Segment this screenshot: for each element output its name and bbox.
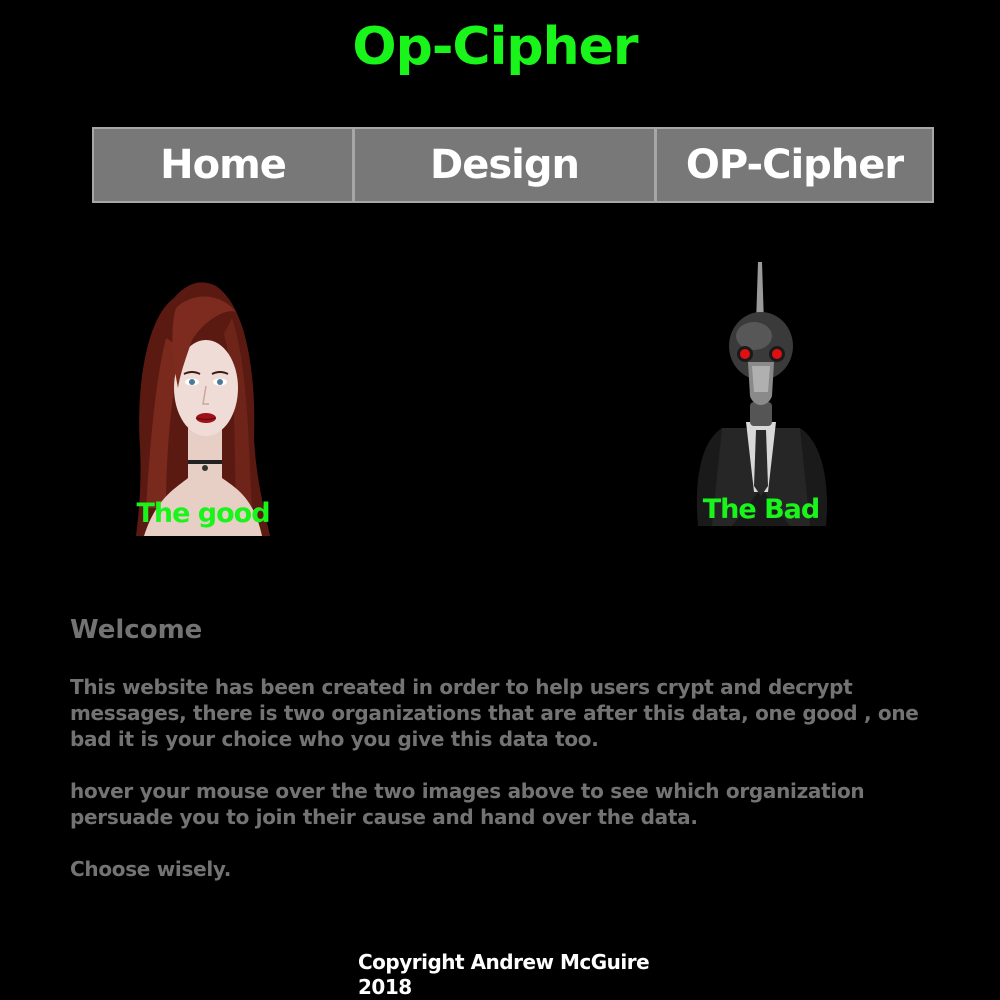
welcome-instructions-paragraph: hover your mouse over the two images abo…: [70, 779, 865, 829]
footer: Copyright Andrew McGuire 2018: [358, 950, 650, 1000]
welcome-intro-paragraph: This website has been created in order t…: [70, 675, 919, 751]
nav-home-link[interactable]: Home: [94, 129, 352, 201]
bad-organization-caption: The Bad: [702, 494, 820, 525]
nav-op-cipher-link[interactable]: OP-Cipher: [654, 129, 932, 201]
footer-year: 2018: [358, 975, 412, 999]
page: Op-Cipher Home Design OP-Cipher The good…: [0, 0, 1000, 1000]
welcome-section: Welcome This website has been created in…: [70, 612, 950, 908]
welcome-closing-paragraph: Choose wisely.: [70, 857, 232, 881]
main-nav: Home Design OP-Cipher: [92, 127, 934, 203]
site-title: Op-Cipher: [352, 17, 638, 77]
bad-organization-card[interactable]: The Bad: [692, 262, 830, 526]
good-organization-card[interactable]: The good: [136, 278, 271, 536]
welcome-heading: Welcome: [70, 615, 203, 645]
footer-copyright: Copyright Andrew McGuire: [358, 950, 650, 974]
nav-design-link[interactable]: Design: [352, 129, 654, 201]
bad-avatar-image: [696, 262, 827, 526]
good-organization-caption: The good: [136, 498, 270, 529]
